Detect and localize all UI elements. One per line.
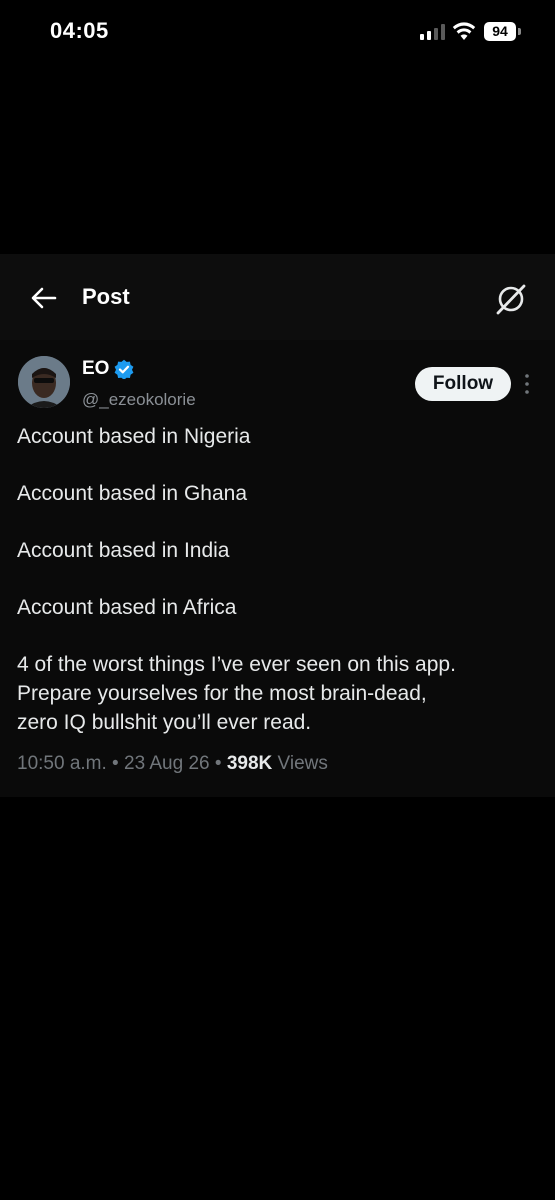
follow-button[interactable]: Follow [415, 367, 511, 401]
tweet-line: Account based in India [17, 539, 230, 562]
page-title: Post [82, 284, 130, 309]
grok-icon[interactable] [494, 282, 528, 316]
meta-separator: • [106, 753, 124, 774]
wifi-icon [452, 22, 476, 40]
post-meta: 10:50 a.m. • 23 Aug 26 • 398K Views [17, 753, 328, 775]
views-count[interactable]: 398K [227, 753, 272, 774]
signal-icon [420, 24, 445, 40]
post-date: 23 Aug 26 [124, 753, 210, 774]
battery-icon: 94 [484, 22, 516, 41]
verified-badge-icon [114, 359, 134, 379]
post-time: 10:50 a.m. [17, 753, 107, 774]
user-handle[interactable]: @_ezeokolorie [82, 390, 196, 410]
meta-separator: • [209, 753, 227, 774]
views-label[interactable]: Views [278, 753, 328, 774]
status-time: 04:05 [50, 18, 109, 43]
more-options-icon[interactable] [522, 372, 532, 396]
status-bar: 04:05 94 [0, 0, 555, 64]
tweet-line: Account based in Nigeria [17, 425, 251, 448]
avatar[interactable] [18, 356, 70, 408]
back-arrow-icon[interactable] [28, 282, 60, 314]
post-header: Post [0, 254, 555, 340]
tweet-line: Account based in Ghana [17, 482, 247, 505]
avatar-image [18, 356, 70, 408]
battery-cap [518, 28, 521, 35]
tweet-line: zero IQ bullshit you’ll ever read. [17, 711, 312, 734]
post-panel: Post EO @_ezeokolorie Follow Account bas… [0, 254, 555, 797]
tweet-line: 4 of the worst things I’ve ever seen on … [17, 653, 456, 676]
display-name[interactable]: EO [82, 358, 109, 380]
tweet-line: Account based in Africa [17, 596, 237, 619]
tweet-line: Prepare yourselves for the most brain-de… [17, 682, 427, 705]
